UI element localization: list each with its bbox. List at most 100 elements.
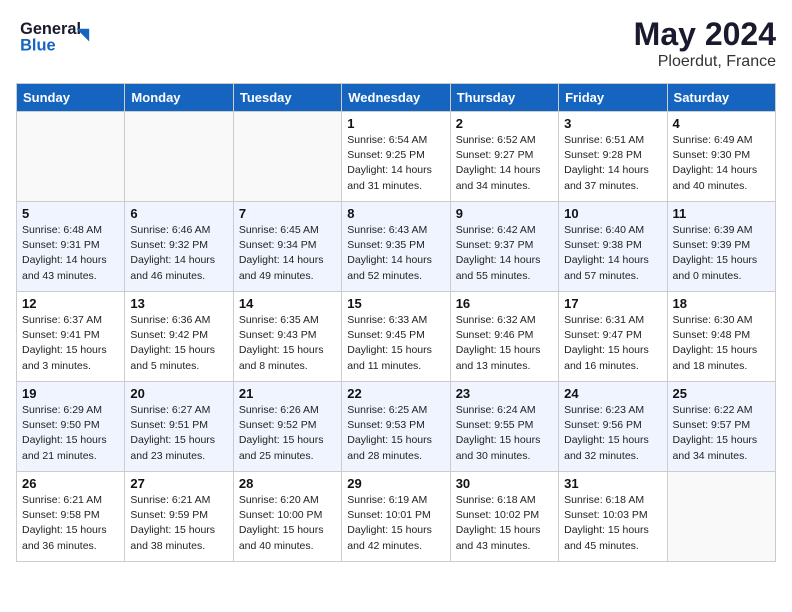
day-number: 27 bbox=[130, 476, 227, 491]
calendar-cell: 14 Sunrise: 6:35 AM Sunset: 9:43 PM Dayli… bbox=[233, 292, 341, 382]
day-number: 5 bbox=[22, 206, 119, 221]
day-info: Sunrise: 6:40 AM Sunset: 9:38 PM Dayligh… bbox=[564, 223, 661, 284]
day-info: Sunrise: 6:33 AM Sunset: 9:45 PM Dayligh… bbox=[347, 313, 444, 374]
day-info: Sunrise: 6:21 AM Sunset: 9:59 PM Dayligh… bbox=[130, 493, 227, 554]
calendar-cell: 31Sunrise: 6:18 AM Sunset: 10:03 PM Dayl… bbox=[559, 472, 667, 562]
weekday-friday: Friday bbox=[559, 84, 667, 112]
day-info: Sunrise: 6:24 AM Sunset: 9:55 PM Dayligh… bbox=[456, 403, 553, 464]
calendar-cell: 10Sunrise: 6:40 AM Sunset: 9:38 PM Dayli… bbox=[559, 202, 667, 292]
day-number: 20 bbox=[130, 386, 227, 401]
calendar-cell: 7 Sunrise: 6:45 AM Sunset: 9:34 PM Daylig… bbox=[233, 202, 341, 292]
day-info: Sunrise: 6:42 AM Sunset: 9:37 PM Dayligh… bbox=[456, 223, 553, 284]
day-number: 13 bbox=[130, 296, 227, 311]
weekday-tuesday: Tuesday bbox=[233, 84, 341, 112]
calendar-cell: 26 Sunrise: 6:21 AM Sunset: 9:58 PM Dayli… bbox=[17, 472, 125, 562]
calendar-cell: 5 Sunrise: 6:48 AM Sunset: 9:31 PM Daylig… bbox=[17, 202, 125, 292]
weekday-saturday: Saturday bbox=[667, 84, 775, 112]
day-info: Sunrise: 6:29 AM Sunset: 9:50 PM Dayligh… bbox=[22, 403, 119, 464]
day-number: 8 bbox=[347, 206, 444, 221]
day-number: 4 bbox=[673, 116, 770, 131]
calendar-cell: 12 Sunrise: 6:37 AM Sunset: 9:41 PM Dayli… bbox=[17, 292, 125, 382]
calendar-cell: 24Sunrise: 6:23 AM Sunset: 9:56 PM Dayli… bbox=[559, 382, 667, 472]
day-info: Sunrise: 6:20 AM Sunset: 10:00 PM Daylig… bbox=[239, 493, 336, 554]
calendar-cell: 29Sunrise: 6:19 AM Sunset: 10:01 PM Dayl… bbox=[342, 472, 450, 562]
calendar-cell: 3Sunrise: 6:51 AM Sunset: 9:28 PM Daylig… bbox=[559, 112, 667, 202]
weekday-wednesday: Wednesday bbox=[342, 84, 450, 112]
day-number: 9 bbox=[456, 206, 553, 221]
day-number: 22 bbox=[347, 386, 444, 401]
calendar-cell: 16 Sunrise: 6:32 AM Sunset: 9:46 PM Dayli… bbox=[450, 292, 558, 382]
calendar-cell: 6Sunrise: 6:46 AM Sunset: 9:32 PM Daylig… bbox=[125, 202, 233, 292]
day-info: Sunrise: 6:32 AM Sunset: 9:46 PM Dayligh… bbox=[456, 313, 553, 374]
day-number: 28 bbox=[239, 476, 336, 491]
calendar-cell bbox=[17, 112, 125, 202]
calendar-cell: 21 Sunrise: 6:26 AM Sunset: 9:52 PM Dayli… bbox=[233, 382, 341, 472]
calendar-cell: 22 Sunrise: 6:25 AM Sunset: 9:53 PM Dayli… bbox=[342, 382, 450, 472]
calendar-cell: 15 Sunrise: 6:33 AM Sunset: 9:45 PM Dayli… bbox=[342, 292, 450, 382]
day-number: 14 bbox=[239, 296, 336, 311]
page-header: General Blue May 2024 Ploerdut, France bbox=[16, 16, 776, 71]
location-title: Ploerdut, France bbox=[634, 53, 776, 71]
day-info: Sunrise: 6:27 AM Sunset: 9:51 PM Dayligh… bbox=[130, 403, 227, 464]
calendar-week-row: 1Sunrise: 6:54 AM Sunset: 9:25 PM Daylig… bbox=[17, 112, 776, 202]
calendar-cell: 8Sunrise: 6:43 AM Sunset: 9:35 PM Daylig… bbox=[342, 202, 450, 292]
day-info: Sunrise: 6:49 AM Sunset: 9:30 PM Dayligh… bbox=[673, 133, 770, 194]
calendar-week-row: 5 Sunrise: 6:48 AM Sunset: 9:31 PM Daylig… bbox=[17, 202, 776, 292]
day-info: Sunrise: 6:18 AM Sunset: 10:02 PM Daylig… bbox=[456, 493, 553, 554]
day-number: 19 bbox=[22, 386, 119, 401]
day-info: Sunrise: 6:37 AM Sunset: 9:41 PM Dayligh… bbox=[22, 313, 119, 374]
day-info: Sunrise: 6:25 AM Sunset: 9:53 PM Dayligh… bbox=[347, 403, 444, 464]
day-number: 21 bbox=[239, 386, 336, 401]
logo-svg: General Blue bbox=[16, 16, 106, 56]
calendar-cell: 2Sunrise: 6:52 AM Sunset: 9:27 PM Daylig… bbox=[450, 112, 558, 202]
day-info: Sunrise: 6:26 AM Sunset: 9:52 PM Dayligh… bbox=[239, 403, 336, 464]
day-info: Sunrise: 6:21 AM Sunset: 9:58 PM Dayligh… bbox=[22, 493, 119, 554]
title-block: May 2024 Ploerdut, France bbox=[634, 16, 776, 71]
calendar-cell: 9 Sunrise: 6:42 AM Sunset: 9:37 PM Daylig… bbox=[450, 202, 558, 292]
calendar-cell: 19 Sunrise: 6:29 AM Sunset: 9:50 PM Dayli… bbox=[17, 382, 125, 472]
calendar-cell: 17Sunrise: 6:31 AM Sunset: 9:47 PM Dayli… bbox=[559, 292, 667, 382]
day-number: 12 bbox=[22, 296, 119, 311]
calendar-cell: 23 Sunrise: 6:24 AM Sunset: 9:55 PM Dayli… bbox=[450, 382, 558, 472]
calendar-cell: 20 Sunrise: 6:27 AM Sunset: 9:51 PM Dayli… bbox=[125, 382, 233, 472]
weekday-header-row: SundayMondayTuesdayWednesdayThursdayFrid… bbox=[17, 84, 776, 112]
svg-text:Blue: Blue bbox=[20, 37, 55, 55]
day-info: Sunrise: 6:45 AM Sunset: 9:34 PM Dayligh… bbox=[239, 223, 336, 284]
day-info: Sunrise: 6:48 AM Sunset: 9:31 PM Dayligh… bbox=[22, 223, 119, 284]
calendar-cell bbox=[667, 472, 775, 562]
calendar-cell bbox=[125, 112, 233, 202]
day-info: Sunrise: 6:36 AM Sunset: 9:42 PM Dayligh… bbox=[130, 313, 227, 374]
weekday-thursday: Thursday bbox=[450, 84, 558, 112]
day-number: 26 bbox=[22, 476, 119, 491]
calendar-cell: 11Sunrise: 6:39 AM Sunset: 9:39 PM Dayli… bbox=[667, 202, 775, 292]
calendar-week-row: 12 Sunrise: 6:37 AM Sunset: 9:41 PM Dayli… bbox=[17, 292, 776, 382]
day-info: Sunrise: 6:30 AM Sunset: 9:48 PM Dayligh… bbox=[673, 313, 770, 374]
calendar-week-row: 26 Sunrise: 6:21 AM Sunset: 9:58 PM Dayli… bbox=[17, 472, 776, 562]
day-info: Sunrise: 6:22 AM Sunset: 9:57 PM Dayligh… bbox=[673, 403, 770, 464]
day-number: 29 bbox=[347, 476, 444, 491]
day-number: 7 bbox=[239, 206, 336, 221]
calendar-cell: 18Sunrise: 6:30 AM Sunset: 9:48 PM Dayli… bbox=[667, 292, 775, 382]
day-number: 30 bbox=[456, 476, 553, 491]
day-info: Sunrise: 6:51 AM Sunset: 9:28 PM Dayligh… bbox=[564, 133, 661, 194]
logo: General Blue bbox=[16, 16, 106, 61]
weekday-sunday: Sunday bbox=[17, 84, 125, 112]
svg-text:General: General bbox=[20, 20, 81, 38]
day-info: Sunrise: 6:18 AM Sunset: 10:03 PM Daylig… bbox=[564, 493, 661, 554]
day-number: 17 bbox=[564, 296, 661, 311]
calendar-cell: 4 Sunrise: 6:49 AM Sunset: 9:30 PM Daylig… bbox=[667, 112, 775, 202]
day-info: Sunrise: 6:52 AM Sunset: 9:27 PM Dayligh… bbox=[456, 133, 553, 194]
calendar-table: SundayMondayTuesdayWednesdayThursdayFrid… bbox=[16, 83, 776, 562]
day-number: 11 bbox=[673, 206, 770, 221]
calendar-cell bbox=[233, 112, 341, 202]
day-number: 6 bbox=[130, 206, 227, 221]
day-info: Sunrise: 6:35 AM Sunset: 9:43 PM Dayligh… bbox=[239, 313, 336, 374]
day-number: 16 bbox=[456, 296, 553, 311]
day-number: 24 bbox=[564, 386, 661, 401]
weekday-monday: Monday bbox=[125, 84, 233, 112]
day-number: 15 bbox=[347, 296, 444, 311]
calendar-cell: 27 Sunrise: 6:21 AM Sunset: 9:59 PM Dayli… bbox=[125, 472, 233, 562]
calendar-cell: 13 Sunrise: 6:36 AM Sunset: 9:42 PM Dayli… bbox=[125, 292, 233, 382]
calendar-cell: 30 Sunrise: 6:18 AM Sunset: 10:02 PM Dayl… bbox=[450, 472, 558, 562]
day-number: 23 bbox=[456, 386, 553, 401]
